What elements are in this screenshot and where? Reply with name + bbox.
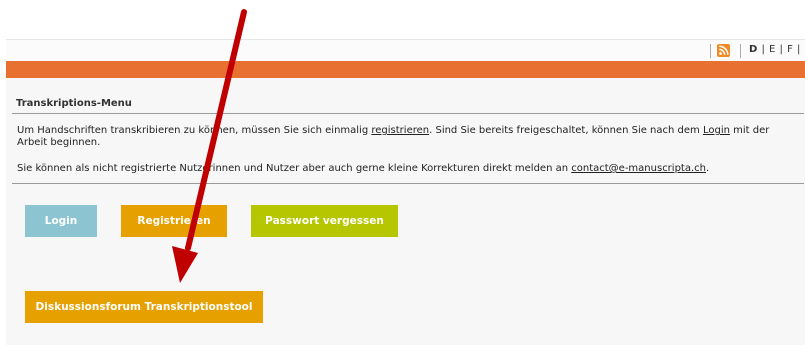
orange-banner [6,61,805,78]
lang-en[interactable]: E [769,44,776,55]
login-link[interactable]: Login [703,125,730,136]
top-whitespace [0,0,805,39]
language-bar [6,40,805,61]
lang-fr[interactable]: F [787,44,793,55]
discussion-forum-button[interactable]: Diskussionsforum Transkriptionstool [25,291,263,323]
page-title: Transkriptions-Menu [16,98,132,109]
contact-email-link[interactable]: contact@e-manuscripta.ch [571,163,706,174]
title-divider [12,113,804,114]
intro-paragraph: Um Handschriften transkribieren zu könne… [17,125,770,148]
login-button[interactable]: Login [25,205,97,237]
forgot-password-button[interactable]: Passwort vergessen [251,205,398,237]
divider [710,44,711,58]
contact-paragraph: Sie können als nicht registrierte Nutzer… [17,163,710,174]
language-switcher: D | E | F | I [749,44,805,55]
lang-de[interactable]: D [749,44,758,55]
register-button[interactable]: Registrieren [121,205,227,237]
rss-icon[interactable] [717,44,730,57]
content-divider [12,183,804,184]
register-link[interactable]: registrieren [371,125,429,136]
divider [740,44,741,58]
